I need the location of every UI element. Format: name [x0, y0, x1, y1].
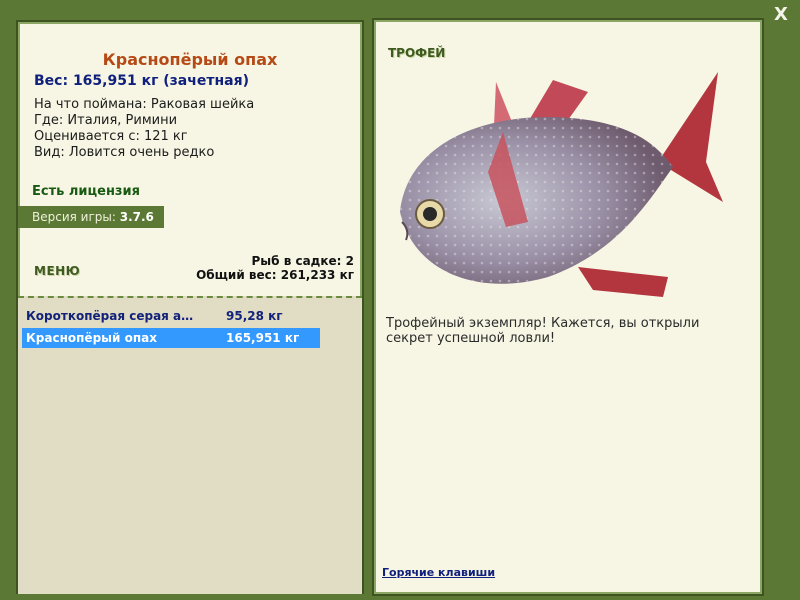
close-button[interactable]: X — [770, 4, 792, 26]
list-item-weight: 95,28 кг — [226, 309, 283, 323]
menu-button[interactable]: МЕНЮ — [34, 264, 80, 278]
version-box: Версия игры: 3.7.6 — [18, 206, 164, 228]
fish-count: Рыб в садке: 2 — [251, 254, 355, 268]
fish-weight: Вес: 165,951 кг (зачетная) — [34, 73, 249, 89]
bait-info: На что поймана: Раковая шейка — [34, 97, 255, 112]
location-info: Где: Италия, Римини — [34, 113, 178, 128]
list-item-name: Краснопёрый опах — [26, 331, 157, 345]
list-item-weight: 165,951 кг — [226, 331, 300, 345]
catch-list: Коротко­пёрая серая а… 95,28 кг Краснопё… — [18, 296, 362, 594]
fish-info-panel: Краснопёрый опах Вес: 165,951 кг (зачетн… — [16, 20, 364, 594]
total-weight: Общий вес: 261,233 кг — [196, 268, 354, 282]
version-label: Версия игры: — [32, 210, 116, 224]
fish-image — [400, 72, 723, 297]
rated-from-info: Оценивается с: 121 кг — [34, 129, 188, 144]
version-value: 3.7.6 — [119, 210, 154, 224]
fish-title: Краснопёрый опах — [102, 50, 278, 69]
list-item-selected[interactable]: Краснопёрый опах 165,951 кг — [22, 328, 320, 348]
hotkeys-link[interactable]: Горячие клавиши — [382, 566, 495, 579]
license-status: Есть лицензия — [32, 184, 140, 199]
list-item-name: Коротко­пёрая серая а… — [26, 309, 194, 323]
list-item[interactable]: Коротко­пёрая серая а… 95,28 кг — [22, 306, 320, 326]
trophy-label: ТРОФЕЙ — [388, 46, 446, 60]
trophy-message: Трофейный экземпляр! Кажется, вы открыли… — [386, 316, 700, 346]
trophy-panel: ТРОФЕЙ Трофейный экземпляр! Кажется, вы … — [372, 18, 764, 596]
keepnet-stats: Рыб в садке: 2 Общий вес: 261,233 кг — [196, 254, 354, 282]
rarity-info: Вид: Ловится очень редко — [34, 145, 215, 160]
